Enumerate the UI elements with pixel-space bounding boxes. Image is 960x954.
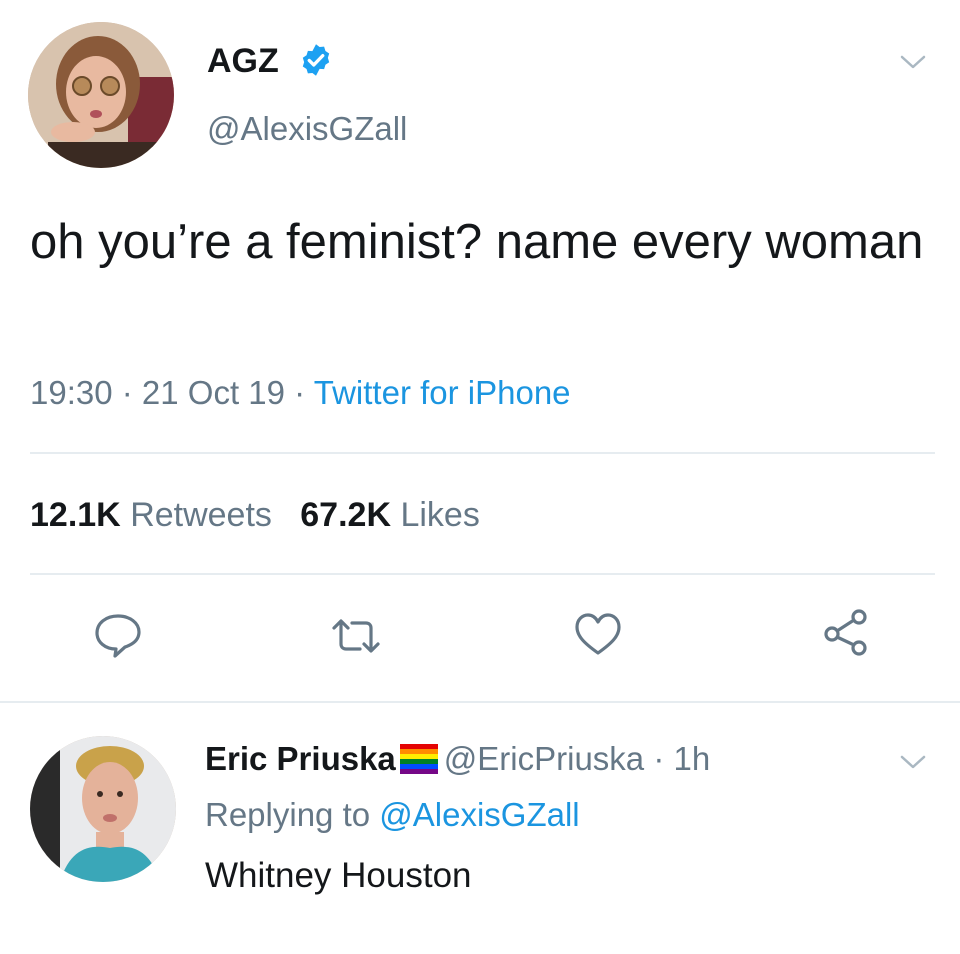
heart-icon[interactable] xyxy=(570,606,626,662)
divider xyxy=(0,701,960,703)
reply-avatar-image xyxy=(30,736,176,882)
speech-bubble-icon[interactable] xyxy=(90,606,146,662)
divider xyxy=(30,573,935,575)
chevron-down-icon[interactable] xyxy=(898,52,928,72)
replying-to-prefix: Replying to xyxy=(205,796,380,833)
meta-separator: · xyxy=(285,374,314,411)
reply-author-avatar[interactable] xyxy=(30,736,176,882)
author-handle[interactable]: @AlexisGZall xyxy=(207,110,407,148)
chevron-down-icon[interactable] xyxy=(898,752,928,772)
tweet-stats: 12.1K Retweets 67.2K Likes xyxy=(30,496,480,535)
reply-display-name[interactable]: Eric Priuska xyxy=(205,740,396,777)
verified-badge-icon xyxy=(302,44,330,76)
author-display-name[interactable]: AGZ xyxy=(207,42,279,81)
meta-separator: · xyxy=(112,374,142,411)
tweet-source-link[interactable]: Twitter for iPhone xyxy=(314,374,571,411)
reply-separator: · xyxy=(644,740,674,777)
author-avatar-image xyxy=(28,22,174,168)
rainbow-flag-icon xyxy=(399,744,438,774)
tweet-date[interactable]: 21 Oct 19 xyxy=(142,374,285,411)
tweet-meta: 19:30 · 21 Oct 19 · Twitter for iPhone xyxy=(30,374,571,412)
reply-handle[interactable]: @EricPriuska xyxy=(444,740,644,777)
reply-time-ago[interactable]: 1h xyxy=(673,740,710,777)
retweets-count: 12.1K xyxy=(30,496,121,534)
retweets-stat[interactable]: 12.1K Retweets xyxy=(30,496,272,534)
replying-to-line: Replying to @AlexisGZall xyxy=(205,796,580,834)
replying-to-handle-link[interactable]: @AlexisGZall xyxy=(379,796,579,833)
retweets-label: Retweets xyxy=(130,496,272,534)
reply-header: Eric Priuska @EricPriuska · 1h xyxy=(205,740,710,778)
likes-count: 67.2K xyxy=(300,496,391,534)
share-nodes-icon[interactable] xyxy=(818,604,874,660)
likes-label: Likes xyxy=(400,496,480,534)
divider xyxy=(30,452,935,454)
tweet-time: 19:30 xyxy=(30,374,113,411)
reply-text: Whitney Houston xyxy=(205,856,472,895)
likes-stat[interactable]: 67.2K Likes xyxy=(300,496,480,534)
author-avatar[interactable] xyxy=(28,22,174,168)
tweet-text: oh you’re a feminist? name every woman xyxy=(30,215,924,269)
retweet-arrows-icon[interactable] xyxy=(328,608,384,664)
